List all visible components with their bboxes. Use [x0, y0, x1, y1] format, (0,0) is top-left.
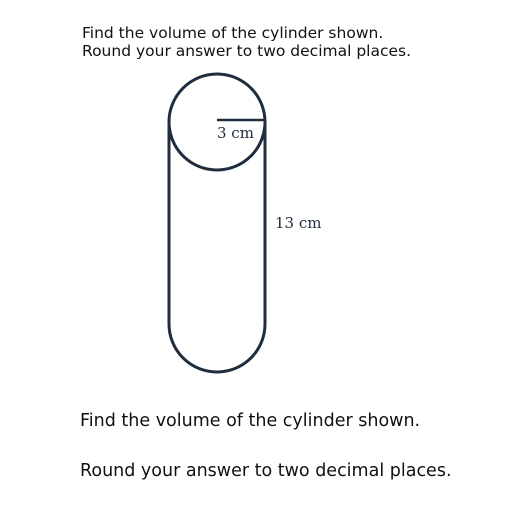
cylinder-top-face [167, 72, 267, 172]
question-repeat-line-2: Round your answer to two decimal places. [80, 461, 452, 481]
cylinder-diagram: 3 cm 13 cm [167, 72, 321, 374]
height-label: 13 cm [275, 214, 321, 232]
question-repeat-line-1: Find the volume of the cylinder shown. [80, 411, 421, 431]
radius-label: 3 cm [217, 124, 254, 142]
cylinder-bottom-arc [167, 323, 267, 374]
